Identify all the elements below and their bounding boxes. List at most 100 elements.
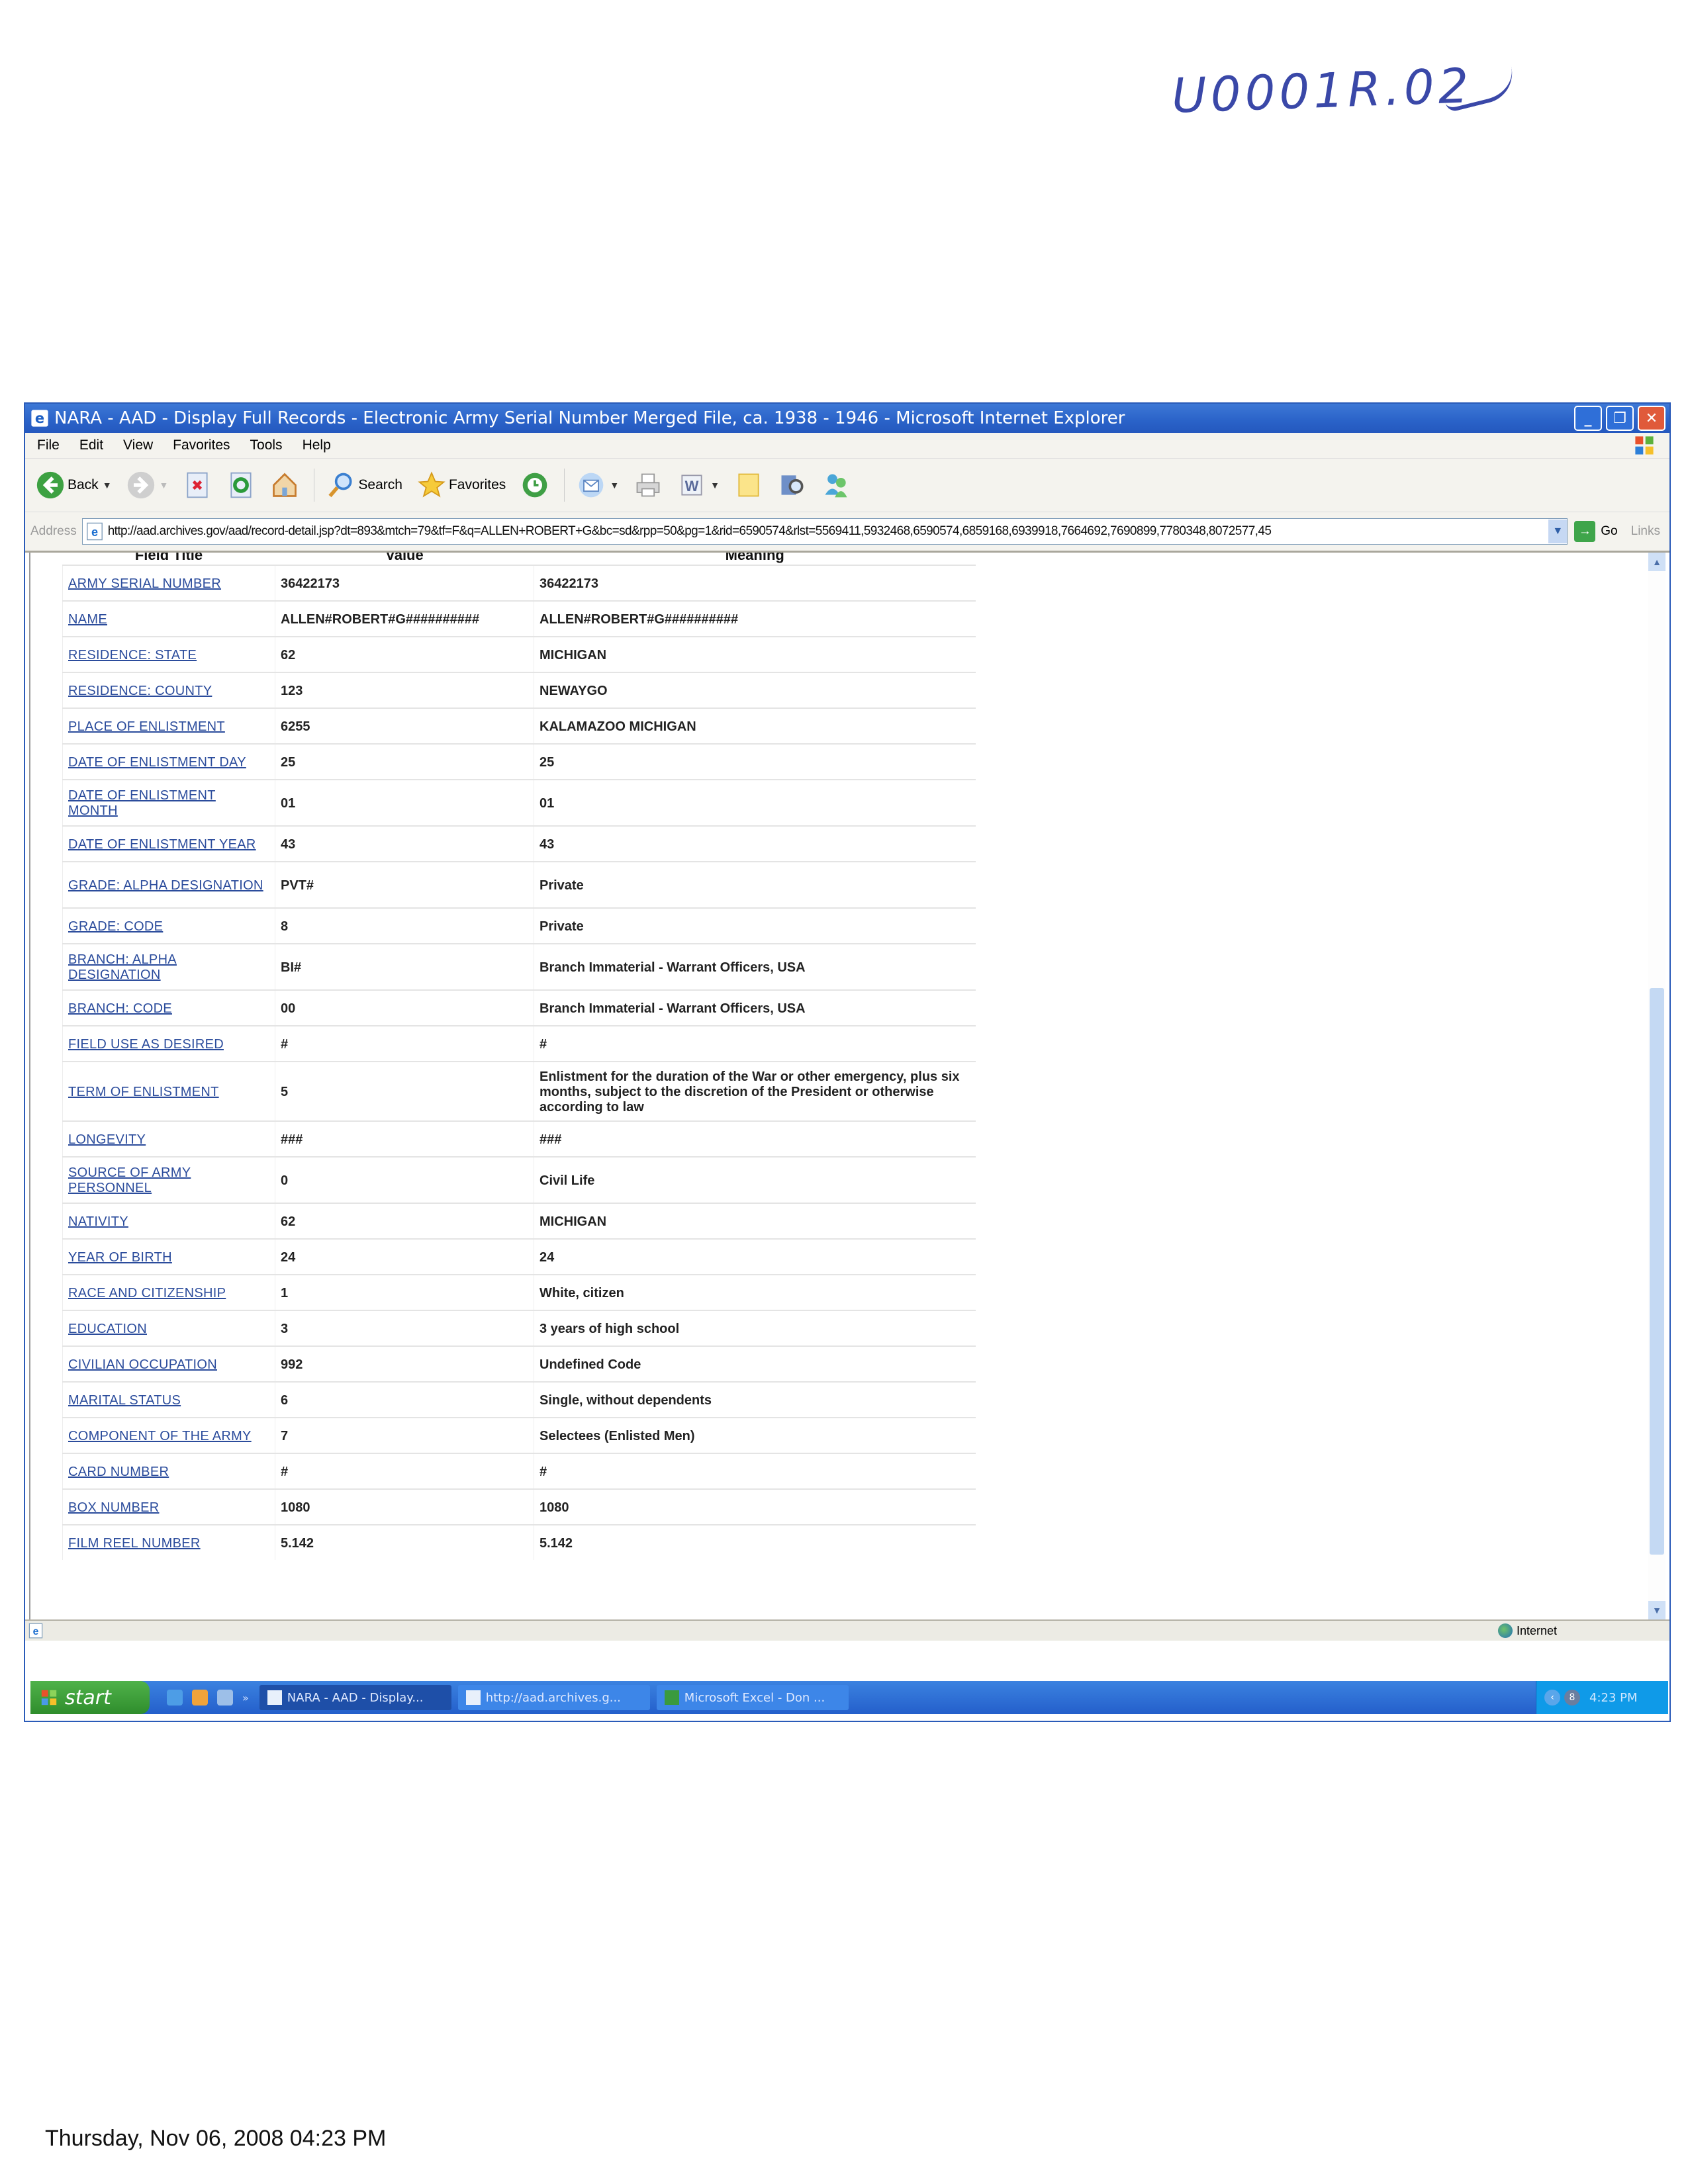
field-title-link[interactable]: COMPONENT OF THE ARMY — [68, 1429, 252, 1443]
field-title-link[interactable]: RESIDENCE: COUNTY — [68, 684, 212, 698]
address-dropdown-icon[interactable]: ▼ — [1548, 520, 1568, 543]
start-button[interactable]: start — [30, 1681, 150, 1714]
value-cell: 6 — [275, 1381, 534, 1418]
meaning-cell: ALLEN#ROBERT#G########## — [534, 600, 976, 637]
field-title-link[interactable]: EDUCATION — [68, 1322, 147, 1336]
stop-button[interactable] — [183, 471, 212, 500]
field-title-link[interactable]: GRADE: ALPHA DESIGNATION — [68, 878, 263, 893]
close-button[interactable]: ✕ — [1638, 406, 1665, 431]
favorites-button[interactable]: Favorites — [417, 471, 506, 500]
menu-help[interactable]: Help — [303, 437, 331, 453]
menu-edit[interactable]: Edit — [79, 437, 103, 453]
field-title-link[interactable]: NATIVITY — [68, 1214, 128, 1229]
discuss-button[interactable] — [734, 471, 763, 500]
quick-launch-ie-icon[interactable] — [167, 1690, 183, 1706]
system-tray: ‹ 8 4:23 PM — [1536, 1681, 1668, 1714]
table-header-row: Field Title Value Meaning — [63, 553, 976, 565]
quick-launch-ie2-icon[interactable] — [217, 1690, 233, 1706]
mail-icon — [579, 473, 604, 498]
go-button[interactable]: → Go — [1574, 521, 1618, 542]
table-row: FIELD USE AS DESIRED # # — [62, 1025, 976, 1062]
meaning-cell: MICHIGAN — [534, 1203, 976, 1239]
edit-button[interactable]: W ▼ — [677, 471, 720, 500]
field-title-link[interactable]: MARITAL STATUS — [68, 1393, 181, 1408]
quick-launch-app-icon[interactable] — [192, 1690, 208, 1706]
value-cell: 8 — [275, 907, 534, 944]
stop-icon — [187, 472, 208, 498]
search-button[interactable]: Search — [326, 471, 402, 500]
field-title-link[interactable]: BRANCH: ALPHA DESIGNATION — [68, 952, 177, 982]
field-title-link[interactable]: DATE OF ENLISTMENT DAY — [68, 755, 246, 770]
mail-button[interactable]: ▼ — [577, 471, 619, 500]
menu-view[interactable]: View — [123, 437, 153, 453]
menu-tools[interactable]: Tools — [250, 437, 283, 453]
scroll-up-icon[interactable]: ▲ — [1648, 553, 1665, 571]
tray-badge-icon[interactable]: 8 — [1564, 1690, 1580, 1706]
menu-favorites[interactable]: Favorites — [173, 437, 230, 453]
forward-button[interactable]: ▼ — [126, 471, 169, 500]
taskbar-task[interactable]: Microsoft Excel - Don ... — [656, 1685, 849, 1710]
links-button[interactable]: Links — [1631, 524, 1660, 539]
field-title-link[interactable]: LONGEVITY — [68, 1132, 146, 1147]
tray-expand-icon[interactable]: ‹ — [1544, 1690, 1560, 1706]
field-title-link[interactable]: GRADE: CODE — [68, 919, 163, 934]
taskbar: start » NARA - AAD - Display... http://aa… — [30, 1681, 1668, 1714]
research-icon — [781, 475, 804, 495]
research-button[interactable] — [778, 471, 807, 500]
back-arrow-icon — [36, 471, 64, 499]
field-title-link[interactable]: SOURCE OF ARMY PERSONNEL — [68, 1165, 191, 1195]
edit-dropdown-icon[interactable]: ▼ — [710, 480, 720, 490]
field-title-link[interactable]: CARD NUMBER — [68, 1465, 169, 1479]
print-button[interactable] — [633, 471, 663, 500]
header-value: Value — [385, 553, 424, 563]
back-button[interactable]: Back ▼ — [36, 471, 112, 500]
back-dropdown-icon[interactable]: ▼ — [103, 480, 112, 490]
field-title-link[interactable]: FILM REEL NUMBER — [68, 1536, 201, 1551]
field-title-link[interactable]: NAME — [68, 612, 107, 627]
taskbar-task[interactable]: NARA - AAD - Display... — [259, 1685, 451, 1710]
field-title-link[interactable]: FIELD USE AS DESIRED — [68, 1037, 224, 1052]
field-title-cell: FILM REEL NUMBER — [62, 1524, 275, 1560]
field-title-link[interactable]: DATE OF ENLISTMENT YEAR — [68, 837, 256, 852]
address-label: Address — [30, 524, 77, 538]
field-title-cell: FIELD USE AS DESIRED — [62, 1025, 275, 1062]
field-title-link[interactable]: CIVILIAN OCCUPATION — [68, 1357, 217, 1372]
scroll-down-icon[interactable]: ▼ — [1648, 1601, 1665, 1619]
mail-dropdown-icon[interactable]: ▼ — [610, 480, 619, 490]
history-button[interactable] — [520, 471, 549, 500]
field-title-link[interactable]: ARMY SERIAL NUMBER — [68, 576, 221, 591]
quick-launch-more-icon[interactable]: » — [242, 1692, 249, 1704]
forward-dropdown-icon[interactable]: ▼ — [160, 480, 169, 490]
field-title-link[interactable]: RACE AND CITIZENSHIP — [68, 1286, 226, 1300]
field-title-link[interactable]: PLACE OF ENLISTMENT — [68, 719, 225, 734]
messenger-button[interactable] — [821, 471, 851, 500]
go-arrow-icon: → — [1574, 521, 1596, 542]
taskbar-task[interactable]: http://aad.archives.g... — [457, 1685, 650, 1710]
value-cell: # — [275, 1453, 534, 1489]
svg-text:W: W — [685, 478, 699, 494]
field-title-cell: BOX NUMBER — [62, 1488, 275, 1525]
table-row: BRANCH: CODE 00 Branch Immaterial - Warran… — [62, 989, 976, 1026]
minimize-button[interactable]: _ — [1574, 406, 1602, 431]
field-title-link[interactable]: TERM OF ENLISTMENT — [68, 1085, 219, 1099]
field-title-cell: GRADE: ALPHA DESIGNATION — [62, 861, 275, 908]
field-title-link[interactable]: BRANCH: CODE — [68, 1001, 172, 1016]
field-title-cell: ARMY SERIAL NUMBER — [62, 565, 275, 601]
field-title-link[interactable]: YEAR OF BIRTH — [68, 1250, 172, 1265]
refresh-button[interactable] — [226, 471, 256, 500]
home-button[interactable] — [270, 471, 299, 500]
scroll-thumb[interactable] — [1650, 988, 1664, 1555]
meaning-cell: # — [534, 1025, 976, 1062]
meaning-cell: 24 — [534, 1238, 976, 1275]
field-title-link[interactable]: BOX NUMBER — [68, 1500, 159, 1515]
field-title-link[interactable]: RESIDENCE: STATE — [68, 648, 197, 662]
menu-file[interactable]: File — [37, 437, 60, 453]
value-cell: 1 — [275, 1274, 534, 1310]
meaning-cell: Undefined Code — [534, 1345, 976, 1382]
address-input[interactable]: e http://aad.archives.gov/aad/record-det… — [81, 518, 1568, 545]
home-icon — [273, 473, 297, 497]
restore-button[interactable]: ❐ — [1606, 406, 1634, 431]
field-title-link[interactable]: DATE OF ENLISTMENT MONTH — [68, 788, 216, 818]
task-list: NARA - AAD - Display... http://aad.archiv… — [259, 1685, 855, 1710]
vertical-scrollbar[interactable]: ▲ ▼ — [1648, 553, 1665, 1619]
